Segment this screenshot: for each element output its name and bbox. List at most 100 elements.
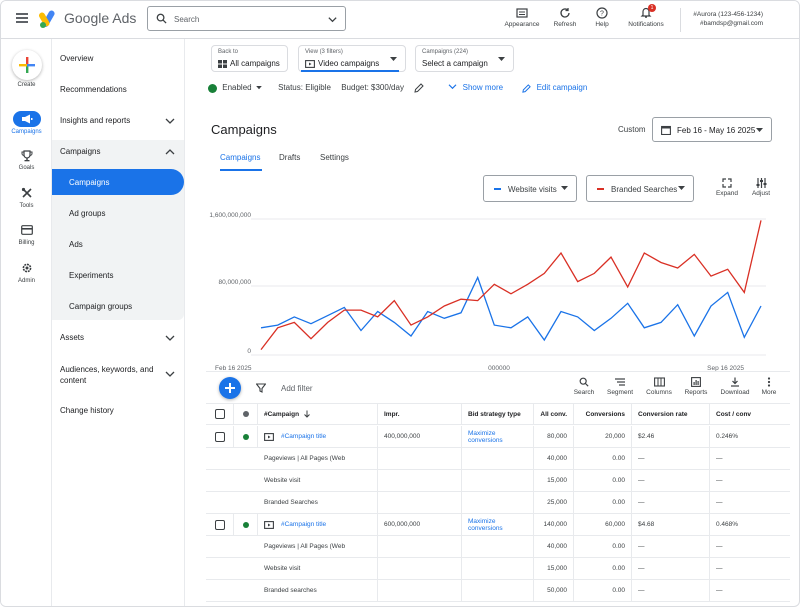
all-conv-cell: 40,000 [534, 536, 574, 557]
empty-cell [206, 492, 234, 513]
segment-name-cell: Website visit [258, 558, 378, 579]
header-bid-strategy[interactable]: Bid strategy type [462, 404, 534, 424]
nav-item-ad-groups[interactable]: Ad groups [69, 209, 105, 218]
nav-item-experiments[interactable]: Experiments [69, 271, 113, 280]
header-status-cell [234, 404, 258, 424]
empty-cell [462, 580, 534, 601]
conversion-rate-cell: $2.46 [632, 426, 710, 447]
nav-item-campaigns-group[interactable]: Campaigns [60, 147, 100, 156]
reports-button[interactable]: Reports [681, 377, 711, 396]
chevron-down-icon[interactable] [165, 370, 175, 378]
chevron-up-icon[interactable] [165, 148, 175, 156]
conversion-rate-cell: — [632, 580, 710, 601]
row-checkbox[interactable] [214, 519, 225, 530]
edit-campaign-link[interactable]: Edit campaign [537, 83, 588, 92]
chevron-down-icon[interactable] [327, 14, 338, 25]
header-impr[interactable]: Impr. [378, 404, 462, 424]
nav-item-campaigns[interactable]: Campaigns [69, 178, 109, 187]
appearance-button[interactable]: Appearance [502, 5, 542, 28]
adjust-chart-button[interactable]: Adjust [746, 178, 776, 197]
view-selector[interactable]: View (3 filters) Video campaigns [298, 45, 406, 72]
conversions-cell: 0.00 [574, 470, 632, 491]
nav-item-ads[interactable]: Ads [69, 240, 83, 249]
campaign-name-link[interactable]: #Campaign title [281, 433, 326, 440]
campaign-selector[interactable]: Campaigns (224) Select a campaign [415, 45, 514, 72]
chevron-down-icon [448, 84, 457, 90]
empty-cell [234, 448, 258, 469]
segment-button[interactable]: Segment [604, 377, 636, 396]
admin-rail-button[interactable] [1, 262, 52, 274]
menu-icon[interactable] [16, 13, 28, 23]
tools-rail-label: Tools [19, 203, 34, 209]
add-filter-input[interactable]: Add filter [281, 384, 313, 393]
tools-rail-button[interactable] [1, 187, 52, 199]
plus-icon [225, 383, 235, 393]
header-all-conv[interactable]: All conv. [534, 404, 574, 424]
campaigns-count-label: Campaigns (224) [422, 49, 469, 55]
create-button[interactable] [12, 50, 42, 80]
chevron-down-icon[interactable] [165, 334, 175, 342]
all-conv-cell: 25,000 [534, 492, 574, 513]
create-label: Create [17, 82, 36, 88]
tab-settings[interactable]: Settings [320, 153, 349, 162]
empty-cell [378, 492, 462, 513]
nav-item-insights[interactable]: Insights and reports [60, 116, 130, 125]
enabled-status[interactable]: Enabled [222, 83, 251, 92]
expand-label: Expand [715, 190, 739, 197]
campaigns-rail-button[interactable] [13, 111, 41, 127]
card-icon [20, 225, 33, 235]
metric-selector-branded-searches[interactable]: Branded Searches [586, 175, 694, 202]
tab-drafts[interactable]: Drafts [279, 153, 300, 162]
back-to-selector[interactable]: Back to All campaigns [211, 45, 288, 72]
add-campaign-button[interactable] [219, 377, 241, 399]
notifications-button[interactable]: 1 Notifications [623, 4, 669, 28]
campaign-name-link[interactable]: #Campaign title [281, 521, 326, 528]
nav-item-audiences[interactable]: Audiences, keywords, and content [60, 364, 153, 386]
conversion-rate-cell: — [632, 470, 710, 491]
nav-item-recommendations[interactable]: Recommendations [60, 85, 127, 94]
series-swatch-website-visits [494, 188, 501, 190]
bid-strategy-line-2: conversions [468, 436, 503, 444]
header-conversion-rate[interactable]: Conversion rate [632, 404, 710, 424]
metric-2-label: Branded Searches [611, 185, 678, 194]
back-to-label: Back to [218, 49, 239, 55]
all-conv-cell: 50,000 [534, 580, 574, 601]
nav-item-campaign-groups[interactable]: Campaign groups [69, 302, 132, 311]
tab-campaigns[interactable]: Campaigns [220, 153, 260, 162]
show-more-link[interactable]: Show more [463, 83, 503, 92]
metric-selector-website-visits[interactable]: Website visits [483, 175, 577, 202]
help-button[interactable]: ? Help [587, 5, 617, 28]
back-to-value: All campaigns [230, 59, 280, 68]
google-ads-logo-icon [39, 10, 55, 28]
filter-icon[interactable] [256, 383, 266, 393]
goals-rail-button[interactable] [1, 150, 52, 162]
header-cost-conv[interactable]: Cost / conv [710, 404, 790, 424]
row-checkbox[interactable] [214, 431, 225, 442]
nav-item-change-history[interactable]: Change history [60, 406, 114, 415]
download-button[interactable]: Download [718, 377, 752, 396]
date-range-picker[interactable]: Feb 16 - May 16 2025 [652, 117, 772, 142]
more-button[interactable]: More [757, 377, 781, 396]
expand-chart-button[interactable]: Expand [712, 178, 742, 197]
billing-rail-button[interactable] [1, 225, 52, 235]
view-value-row: Video campaigns [305, 59, 379, 68]
refresh-button[interactable]: Refresh [547, 5, 583, 28]
header-conversions[interactable]: Conversions [574, 404, 632, 424]
bid-strategy-cell[interactable]: Maximize conversions [462, 426, 534, 447]
columns-button[interactable]: Columns [643, 377, 675, 396]
search-box[interactable]: Search [147, 6, 346, 31]
select-all-checkbox[interactable] [214, 409, 225, 419]
bid-strategy-cell[interactable]: Maximize conversions [462, 514, 534, 535]
chevron-down-icon[interactable] [165, 117, 175, 125]
header-campaign[interactable]: #Campaign [258, 404, 378, 424]
empty-cell [378, 580, 462, 601]
pencil-icon[interactable] [414, 83, 424, 93]
nav-item-assets[interactable]: Assets [60, 333, 84, 342]
table-search-button[interactable]: Search [570, 377, 598, 396]
app-window: Google Ads Search Appearance Refresh ? H… [0, 0, 800, 607]
nav-item-overview[interactable]: Overview [60, 54, 93, 63]
help-label: Help [595, 21, 609, 28]
grid-icon [218, 59, 227, 68]
dropdown-arrow-icon[interactable] [256, 86, 262, 90]
account-switcher[interactable]: #Aurora (123-456-1234) #bamdsp@gmail.com [693, 10, 763, 28]
